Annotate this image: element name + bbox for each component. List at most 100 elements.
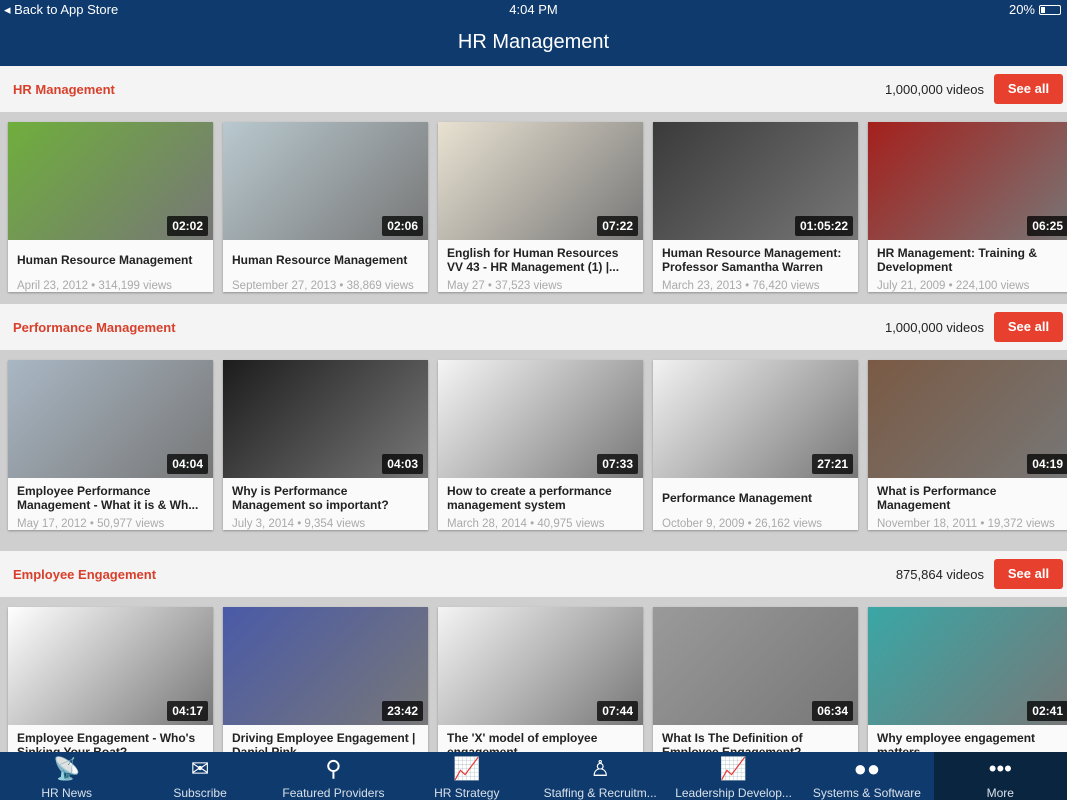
section-header: Employee Engagement 875,864 videos See a… xyxy=(0,551,1067,597)
section-header: Performance Management 1,000,000 videos … xyxy=(0,304,1067,350)
tab-label: Systems & Software xyxy=(812,786,921,800)
video-duration: 04:19 xyxy=(1027,454,1067,474)
line-chart-icon: 📈 xyxy=(719,756,748,781)
video-thumbnail[interactable]: 06:34 xyxy=(653,607,858,725)
section-header: HR Management 1,000,000 videos See all xyxy=(0,66,1067,112)
video-meta: March 23, 2013 • 76,420 views xyxy=(662,280,820,292)
video-card[interactable]: 04:04 Employee Performance Management - … xyxy=(8,360,213,530)
tab-systems-software[interactable]: ●● Systems & Software xyxy=(800,752,933,800)
satellite-dish-icon: 📡 xyxy=(52,756,81,781)
video-duration: 04:17 xyxy=(167,701,208,721)
video-meta: October 9, 2009 • 26,162 views xyxy=(662,518,823,530)
video-card[interactable]: 07:44 The 'X' model of employee engageme… xyxy=(438,607,643,765)
video-thumbnail[interactable]: 27:21 xyxy=(653,360,858,478)
video-duration: 07:22 xyxy=(597,216,638,236)
status-bar: ◂ Back to App Store 4:04 PM 20% xyxy=(0,0,1067,20)
video-meta: July 21, 2009 • 224,100 views xyxy=(877,280,1030,292)
page-title: HR Management xyxy=(457,31,610,53)
see-all-button[interactable]: See all xyxy=(994,74,1063,104)
video-count: 1,000,000 videos xyxy=(884,320,984,335)
video-card[interactable]: 02:06 Human Resource Management Septembe… xyxy=(223,122,428,292)
video-card[interactable]: 04:03 Why is Performance Management so i… xyxy=(223,360,428,530)
tab-label: Featured Providers xyxy=(282,786,385,800)
video-title: What is Performance Management xyxy=(877,484,997,512)
video-meta: November 18, 2011 • 19,372 views xyxy=(877,518,1055,530)
video-card[interactable]: 23:42 Driving Employee Engagement | Dani… xyxy=(223,607,428,765)
video-thumbnail[interactable]: 07:44 xyxy=(438,607,643,725)
person-icon: ♙ xyxy=(590,756,611,781)
video-card[interactable]: 02:02 Human Resource Management April 23… xyxy=(8,122,213,292)
video-meta: May 27 • 37,523 views xyxy=(447,280,563,292)
top-bar: ◂ Back to App Store 4:04 PM 20% HR Manag… xyxy=(0,0,1067,66)
video-meta: April 23, 2012 • 314,199 views xyxy=(17,280,172,292)
video-thumbnail[interactable]: 07:22 xyxy=(438,122,643,240)
video-thumbnail[interactable]: 23:42 xyxy=(223,607,428,725)
video-title: Human Resource Management xyxy=(232,253,408,267)
tab-label: Staffing & Recruitm... xyxy=(543,786,657,800)
video-thumbnail[interactable]: 07:33 xyxy=(438,360,643,478)
video-meta: July 3, 2014 • 9,354 views xyxy=(232,518,366,530)
two-dots-icon: ●● xyxy=(853,756,881,781)
video-meta: September 27, 2013 • 38,869 views xyxy=(232,280,414,292)
video-thumbnail[interactable]: 01:05:22 xyxy=(653,122,858,240)
video-meta: May 17, 2012 • 50,977 views xyxy=(17,518,165,530)
envelope-icon: ✉ xyxy=(190,756,210,781)
tab-featured-providers[interactable]: ⚲ Featured Providers xyxy=(267,752,400,800)
tab-leadership-develop[interactable]: 📈 Leadership Develop... xyxy=(667,752,800,800)
video-thumbnail[interactable]: 04:19 xyxy=(868,360,1067,478)
video-card[interactable]: 01:05:22 Human Resource Management: Prof… xyxy=(653,122,858,292)
section-title: Performance Management xyxy=(13,320,176,335)
tab-subscribe[interactable]: ✉ Subscribe xyxy=(133,752,266,800)
tab-more[interactable]: ••• More xyxy=(933,752,1067,800)
video-card[interactable]: 02:41 Why employee engagement matters xyxy=(868,607,1067,765)
video-thumbnail[interactable]: 06:25 xyxy=(868,122,1067,240)
magnifier-icon: ⚲ xyxy=(325,756,342,781)
section: HR Management 1,000,000 videos See all 0… xyxy=(0,66,1067,292)
video-title: How to create a performance management s… xyxy=(447,484,612,512)
see-all-button[interactable]: See all xyxy=(994,559,1063,589)
video-title: English for Human Resources VV 43 - HR M… xyxy=(447,246,620,274)
more-icon: ••• xyxy=(988,756,1012,781)
video-card[interactable]: 07:33 How to create a performance manage… xyxy=(438,360,643,530)
tab-hr-strategy[interactable]: 📈 HR Strategy xyxy=(400,752,533,800)
video-title: Why is Performance Management so importa… xyxy=(232,484,389,512)
video-card[interactable]: 04:19 What is Performance Management Nov… xyxy=(868,360,1067,530)
video-title: Human Resource Management xyxy=(17,253,193,267)
video-duration: 02:02 xyxy=(167,216,208,236)
video-duration: 06:34 xyxy=(812,701,853,721)
video-thumbnail[interactable]: 04:17 xyxy=(8,607,213,725)
tab-label: HR Strategy xyxy=(434,786,500,800)
video-thumbnail[interactable]: 02:02 xyxy=(8,122,213,240)
battery-percent: 20% xyxy=(1008,2,1035,17)
video-card[interactable]: 27:21 Performance Management October 9, … xyxy=(653,360,858,530)
see-all-button[interactable]: See all xyxy=(994,312,1063,342)
video-duration: 23:42 xyxy=(382,701,423,721)
video-thumbnail[interactable]: 04:04 xyxy=(8,360,213,478)
video-thumbnail[interactable]: 02:06 xyxy=(223,122,428,240)
video-card[interactable]: 07:22 English for Human Resources VV 43 … xyxy=(438,122,643,292)
tab-label: More xyxy=(986,786,1014,800)
video-card[interactable]: 04:17 Employee Engagement - Who's Sinkin… xyxy=(8,607,213,765)
video-count: 875,864 videos xyxy=(895,567,984,582)
video-duration: 07:44 xyxy=(597,701,638,721)
video-duration: 02:41 xyxy=(1027,701,1067,721)
video-duration: 04:03 xyxy=(382,454,423,474)
video-title: Employee Performance Management - What i… xyxy=(17,484,199,512)
tab-label: Subscribe xyxy=(173,786,227,800)
section: Employee Engagement 875,864 videos See a… xyxy=(0,551,1067,765)
video-duration: 07:33 xyxy=(597,454,638,474)
video-thumbnail[interactable]: 02:41 xyxy=(868,607,1067,725)
tab-staffing-recruitm[interactable]: ♙ Staffing & Recruitm... xyxy=(534,752,667,800)
tab-label: HR News xyxy=(41,786,93,800)
clock: 4:04 PM xyxy=(509,2,558,17)
video-card[interactable]: 06:34 What Is The Definition of Employee… xyxy=(653,607,858,765)
video-title: Performance Management xyxy=(662,491,813,505)
video-card[interactable]: 06:25 HR Management: Training & Developm… xyxy=(868,122,1067,292)
section-title: HR Management xyxy=(13,82,115,97)
video-title: HR Management: Training & Development xyxy=(877,246,1038,274)
section-title: Employee Engagement xyxy=(13,567,157,582)
line-chart-icon: 📈 xyxy=(453,756,481,781)
battery-icon xyxy=(1039,4,1061,15)
tab-hr-news[interactable]: 📡 HR News xyxy=(0,752,133,800)
video-thumbnail[interactable]: 04:03 xyxy=(223,360,428,478)
